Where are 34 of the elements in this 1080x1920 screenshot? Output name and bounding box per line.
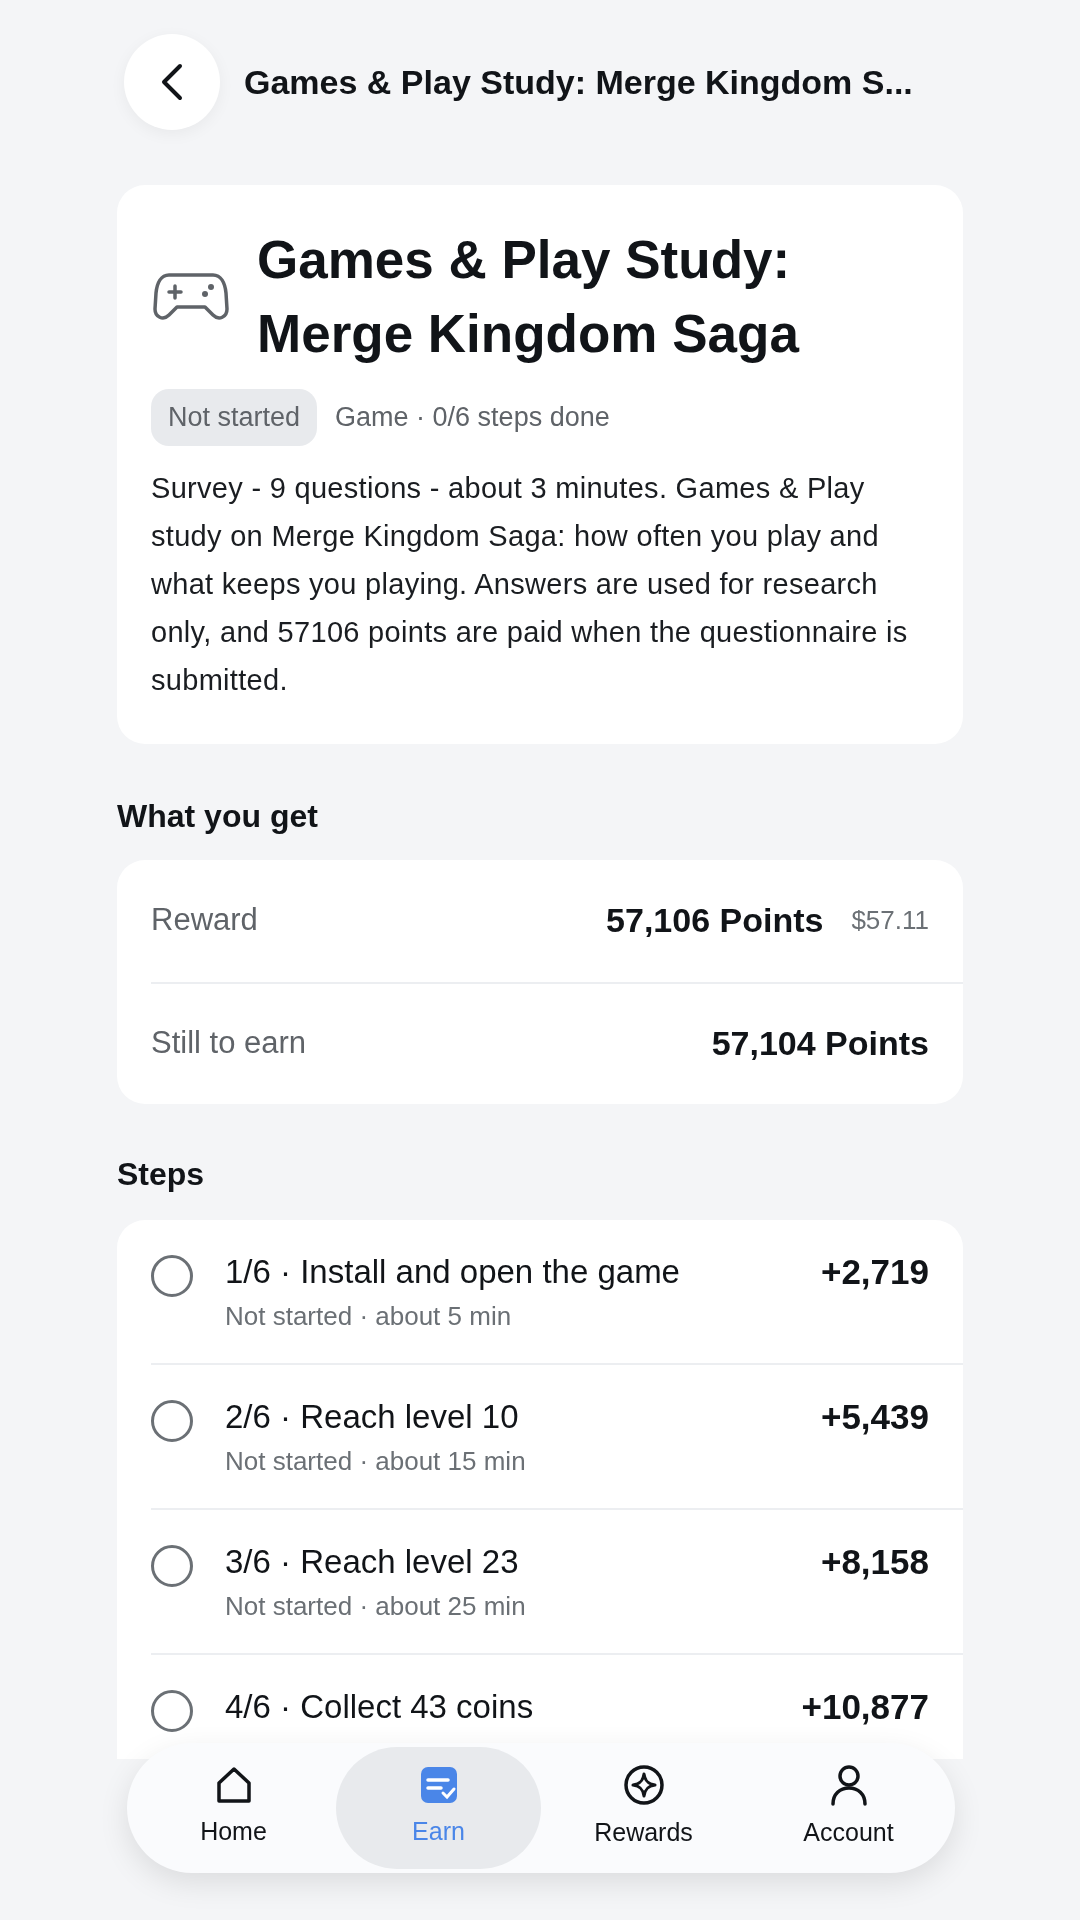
step-title: 2/6 · Reach level 10	[225, 1397, 520, 1436]
step-meta: Not started · about 5 min	[225, 1299, 513, 1333]
page-title: Games & Play Study: Merge Kingdom S...	[244, 61, 913, 103]
step-checkbox[interactable]	[151, 1544, 193, 1587]
clipboard-check-icon	[418, 1765, 459, 1806]
step-title: 3/6 · Reach level 23	[225, 1542, 520, 1581]
step-checkbox[interactable]	[151, 1399, 193, 1442]
section-heading: Steps	[117, 1154, 206, 1194]
gamepad-icon	[153, 271, 229, 323]
reward-value: 57,104 Points	[711, 1023, 929, 1064]
reward-label: Still to earn	[151, 1024, 307, 1063]
nav-tab[interactable]: Home	[131, 1747, 336, 1869]
nav-tab[interactable]: Account	[746, 1747, 951, 1869]
step-checkbox[interactable]	[151, 1254, 193, 1297]
status-badge: Not started	[151, 389, 318, 446]
step-checkbox[interactable]	[151, 1689, 193, 1732]
section-heading: What you get	[117, 796, 319, 836]
nav-tab[interactable]: Rewards	[541, 1747, 746, 1869]
study-description: Survey - 9 questions - about 3 minutes. Games & Play study on Merge Kingdom Saga: how often you play and what keeps you playing. Answers are used for research only, and 57106 points are paid when the questionnaire is submitted.	[151, 470, 909, 698]
step-points: +8,158	[820, 1542, 929, 1581]
step-meta: Not started · about 15 min	[225, 1444, 526, 1478]
step-meta: Not started · about 25 min	[225, 1589, 526, 1623]
step-title: 1/6 · Install and open the game	[225, 1252, 680, 1291]
reward-label: Reward	[151, 901, 258, 940]
step-title: 4/6 · Collect 43 coins	[225, 1687, 534, 1726]
reward-usd-value: $57.11	[851, 904, 929, 937]
step-points: +5,439	[820, 1397, 929, 1436]
sparkle-badge-icon	[622, 1764, 665, 1807]
study-meta: Game · 0/6 steps done	[335, 401, 610, 434]
study-title: Games & Play Study: Merge Kingdom Saga	[257, 229, 801, 365]
reward-value: 57,106 Points	[606, 900, 824, 941]
step-points: +10,877	[801, 1687, 929, 1726]
user-icon	[828, 1764, 869, 1807]
step-points: +2,719	[820, 1252, 929, 1291]
